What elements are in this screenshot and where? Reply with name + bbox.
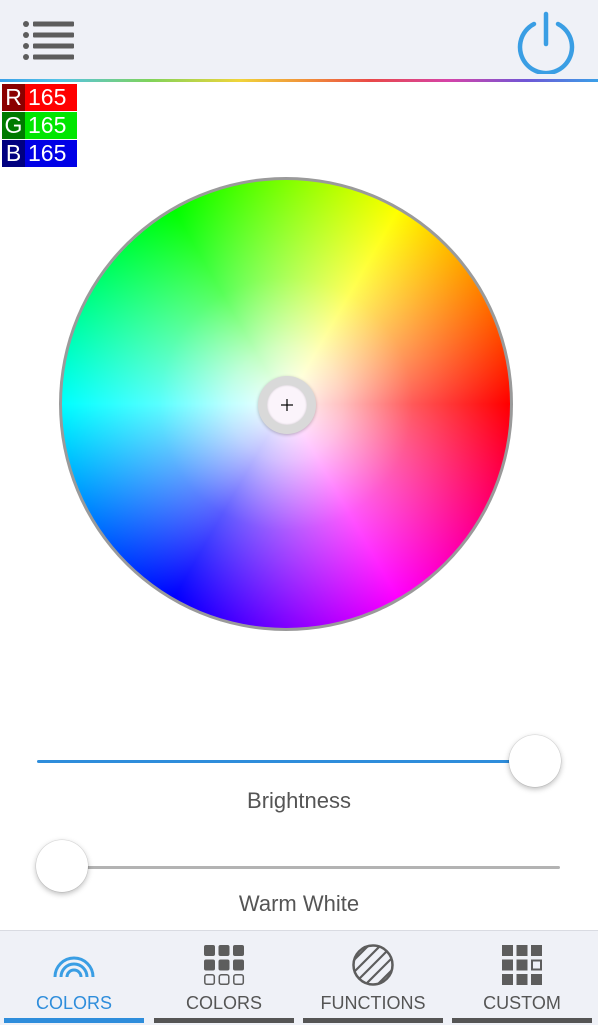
tab-colors-grid-indicator: [154, 1018, 294, 1023]
blue-channel-value: 165: [25, 140, 77, 167]
brightness-slider-thumb[interactable]: [509, 735, 561, 787]
tab-colors-wheel-label: COLORS: [35, 993, 113, 1013]
tab-colors-grid-label: COLORS: [185, 993, 263, 1013]
top-bar: [0, 0, 598, 80]
selected-color-swatch: [267, 385, 307, 425]
rainbow-icon: [53, 956, 95, 978]
warm-white-label: Warm White: [238, 891, 360, 916]
tab-functions-label: FUNCTIONS: [320, 993, 426, 1013]
green-readout: G 165: [2, 112, 77, 139]
striped-circle-icon: [352, 944, 394, 986]
warm-white-track[interactable]: [62, 866, 560, 869]
crosshair-icon: [281, 399, 293, 411]
green-channel-label: G: [2, 112, 25, 139]
blue-channel-label: B: [2, 140, 25, 167]
color-picker-handle[interactable]: [258, 376, 316, 434]
red-readout: R 165: [2, 84, 77, 111]
red-channel-value: 165: [25, 84, 77, 111]
blue-readout: B 165: [2, 140, 77, 167]
bottom-tab-bar: COLORS COLORS FUNCTIONS CUSTOM: [0, 930, 598, 1025]
tab-colors-wheel-indicator: [4, 1018, 144, 1023]
list-icon[interactable]: [22, 20, 76, 62]
green-channel-value: 165: [25, 112, 77, 139]
color-grid-icon: [204, 945, 245, 986]
red-channel-label: R: [2, 84, 25, 111]
tab-colors-grid[interactable]: COLORS: [151, 931, 297, 1025]
tab-colors-wheel[interactable]: COLORS: [1, 931, 147, 1025]
tab-functions[interactable]: FUNCTIONS: [300, 931, 446, 1025]
tab-custom-label: CUSTOM: [483, 993, 561, 1013]
tab-custom[interactable]: CUSTOM: [449, 931, 595, 1025]
brightness-track-filled[interactable]: [37, 760, 537, 763]
warm-white-slider-thumb[interactable]: [36, 840, 88, 892]
rgb-readout: R 165 G 165 B 165: [2, 84, 77, 168]
power-icon[interactable]: [514, 10, 578, 76]
custom-grid-icon: [502, 945, 542, 985]
rainbow-divider: [0, 79, 598, 82]
brightness-label: Brightness: [247, 788, 351, 813]
tab-custom-indicator: [452, 1018, 592, 1023]
tab-functions-indicator: [303, 1018, 443, 1023]
